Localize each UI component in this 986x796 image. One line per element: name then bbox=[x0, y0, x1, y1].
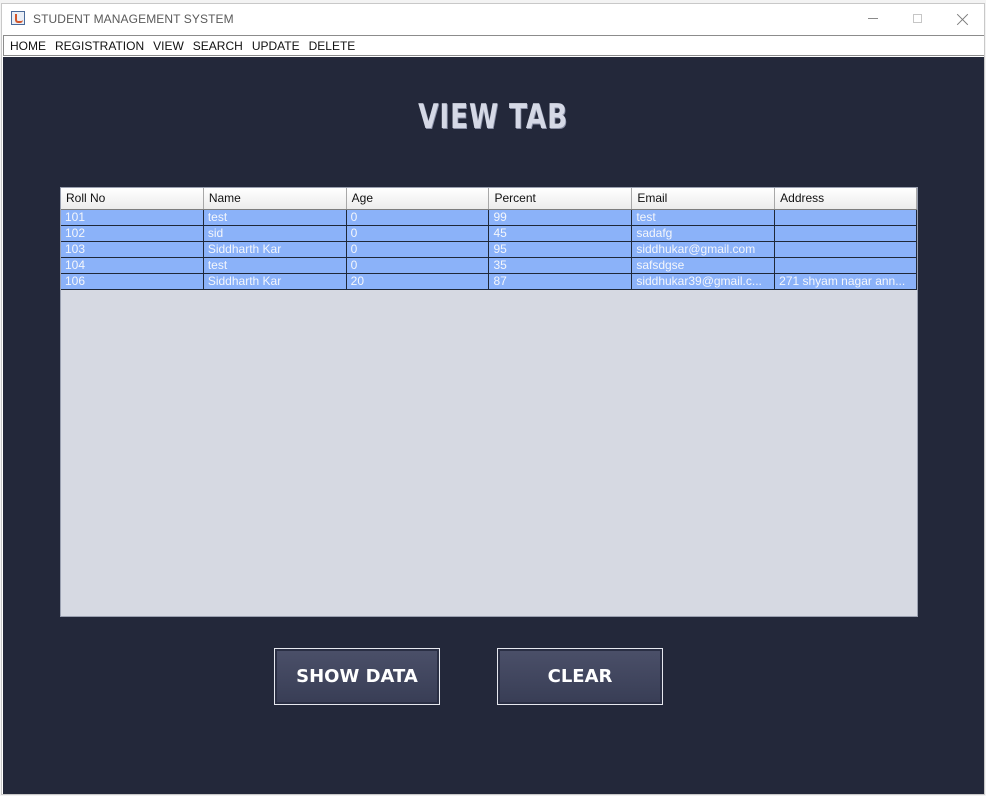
column-header-name[interactable]: Name bbox=[204, 188, 347, 209]
table-row[interactable]: 106 Siddharth Kar 20 87 siddhukar39@gmai… bbox=[61, 274, 917, 290]
cell-address: 271 shyam nagar ann... bbox=[775, 274, 917, 290]
menu-view[interactable]: VIEW bbox=[153, 39, 184, 53]
student-table[interactable]: Roll No Name Age Percent Email Address 1… bbox=[60, 187, 918, 617]
table-row[interactable]: 104 test 0 35 safsdgse bbox=[61, 258, 917, 274]
cell-percent: 35 bbox=[489, 258, 633, 274]
window-title: STUDENT MANAGEMENT SYSTEM bbox=[33, 12, 234, 26]
cell-address bbox=[775, 258, 917, 274]
cell-age: 0 bbox=[347, 210, 490, 226]
table-header: Roll No Name Age Percent Email Address bbox=[61, 188, 917, 210]
cell-email: test bbox=[632, 210, 776, 226]
page-title: VIEW TAB bbox=[418, 97, 569, 137]
cell-name: sid bbox=[204, 226, 347, 242]
minimize-icon bbox=[867, 18, 878, 19]
minimize-button[interactable] bbox=[850, 4, 895, 33]
column-header-roll-no[interactable]: Roll No bbox=[61, 188, 204, 209]
cell-name: Siddharth Kar bbox=[204, 242, 347, 258]
cell-roll-no: 102 bbox=[61, 226, 204, 242]
cell-age: 20 bbox=[347, 274, 490, 290]
maximize-icon bbox=[913, 14, 922, 23]
column-header-email[interactable]: Email bbox=[632, 188, 776, 209]
menu-delete[interactable]: DELETE bbox=[309, 39, 356, 53]
cell-roll-no: 104 bbox=[61, 258, 204, 274]
cell-age: 0 bbox=[347, 242, 490, 258]
close-icon bbox=[957, 13, 969, 25]
cell-percent: 87 bbox=[489, 274, 633, 290]
cell-percent: 45 bbox=[489, 226, 633, 242]
menu-search[interactable]: SEARCH bbox=[193, 39, 243, 53]
cell-address bbox=[775, 226, 917, 242]
cell-age: 0 bbox=[347, 258, 490, 274]
cell-percent: 95 bbox=[489, 242, 633, 258]
cell-roll-no: 103 bbox=[61, 242, 204, 258]
table-row[interactable]: 101 test 0 99 test bbox=[61, 210, 917, 226]
menu-registration[interactable]: REGISTRATION bbox=[55, 39, 144, 53]
cell-roll-no: 101 bbox=[61, 210, 204, 226]
column-header-age[interactable]: Age bbox=[347, 188, 490, 209]
menu-update[interactable]: UPDATE bbox=[252, 39, 300, 53]
table-row[interactable]: 102 sid 0 45 sadafg bbox=[61, 226, 917, 242]
cell-age: 0 bbox=[347, 226, 490, 242]
clear-button[interactable]: CLEAR bbox=[497, 648, 663, 705]
show-data-button[interactable]: SHOW DATA bbox=[274, 648, 440, 705]
cell-email: siddhukar39@gmail.c... bbox=[632, 274, 776, 290]
cell-address bbox=[775, 210, 917, 226]
title-bar: STUDENT MANAGEMENT SYSTEM bbox=[2, 4, 984, 35]
app-window: STUDENT MANAGEMENT SYSTEM HOME REGISTRAT… bbox=[1, 3, 985, 795]
maximize-button[interactable] bbox=[895, 4, 940, 33]
cell-email: siddhukar@gmail.com bbox=[632, 242, 776, 258]
cell-email: sadafg bbox=[632, 226, 776, 242]
view-panel: VIEW TAB Roll No Name Age Percent Email … bbox=[3, 57, 984, 794]
cell-name: Siddharth Kar bbox=[204, 274, 347, 290]
cell-email: safsdgse bbox=[632, 258, 776, 274]
cell-roll-no: 106 bbox=[61, 274, 204, 290]
cell-name: test bbox=[204, 210, 347, 226]
menu-home[interactable]: HOME bbox=[10, 39, 46, 53]
java-app-icon bbox=[11, 11, 25, 25]
cell-percent: 99 bbox=[489, 210, 633, 226]
column-header-percent[interactable]: Percent bbox=[489, 188, 633, 209]
table-row[interactable]: 103 Siddharth Kar 0 95 siddhukar@gmail.c… bbox=[61, 242, 917, 258]
column-header-address[interactable]: Address bbox=[775, 188, 917, 209]
cell-name: test bbox=[204, 258, 347, 274]
close-button[interactable] bbox=[940, 4, 984, 33]
cell-address bbox=[775, 242, 917, 258]
menu-bar: HOME REGISTRATION VIEW SEARCH UPDATE DEL… bbox=[3, 35, 984, 56]
